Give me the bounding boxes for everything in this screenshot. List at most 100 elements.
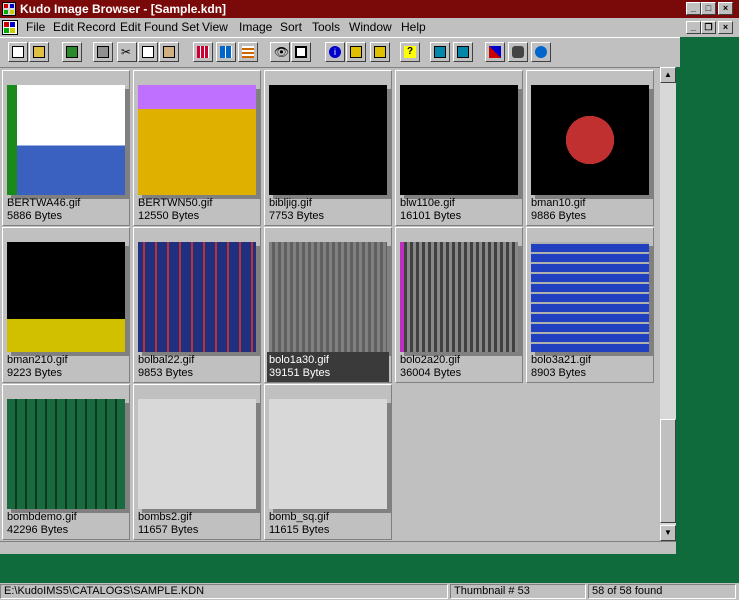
cut-icon[interactable]: ✂ [117, 42, 137, 62]
thumbnail-filename: bomb_sq.gif [269, 511, 329, 523]
thumbnail-cell[interactable]: bolbal22.gif 9853 Bytes [133, 227, 261, 383]
info-icon[interactable]: i [325, 42, 345, 62]
thumbnail-filesize: 16101 Bytes [400, 210, 462, 222]
thumbnail-filesize: 9886 Bytes [531, 210, 587, 222]
thumbnail-cell[interactable]: bman10.gif 9886 Bytes [526, 70, 654, 226]
thumbnail-cell[interactable]: bolo3a21.gif 8903 Bytes [526, 227, 654, 383]
thumbnail-filesize: 12550 Bytes [138, 210, 200, 222]
catalog-icon[interactable] [62, 42, 82, 62]
thumbnail-cell[interactable]: bombs2.gif 11657 Bytes [133, 384, 261, 540]
thumbnail-image[interactable] [138, 242, 256, 352]
help-icon[interactable]: ? [400, 42, 420, 62]
document-icon[interactable] [2, 20, 18, 35]
menu-file[interactable]: File [26, 20, 45, 34]
thumbnail-image[interactable] [7, 85, 125, 195]
scroll-down-button[interactable]: ▼ [660, 525, 676, 541]
scroll-thumb[interactable] [660, 419, 676, 523]
thumbnail-filename: bombdemo.gif [7, 511, 77, 523]
status-found-count: 58 of 58 found [588, 584, 736, 599]
thumbnail-filename: BERTWN50.gif [138, 197, 213, 209]
status-thumbnail-number: Thumbnail # 53 [450, 584, 586, 599]
thumbnail-filesize: 5886 Bytes [7, 210, 63, 222]
thumbnail-image[interactable] [531, 242, 649, 352]
menu-edit-record[interactable]: Edit Record [53, 20, 116, 34]
scroll-up-button[interactable]: ▲ [660, 67, 676, 83]
thumbnail-image[interactable] [138, 399, 256, 509]
window-title: Kudo Image Browser - [Sample.kdn] [20, 2, 227, 16]
view-eye-icon[interactable]: 👁 [270, 42, 290, 62]
close-button[interactable]: × [718, 2, 733, 15]
thumbnail-image[interactable] [400, 242, 518, 352]
menu-bar: File Edit Record Edit Found Set View Ima… [0, 18, 739, 37]
network-icon[interactable] [508, 42, 528, 62]
thumbnail-filename: bolbal22.gif [138, 354, 195, 366]
find-next-icon[interactable] [370, 42, 390, 62]
horizontal-scrollbar [0, 541, 676, 555]
thumbnail-cell[interactable]: BERTWA46.gif 5886 Bytes [2, 70, 130, 226]
menu-help[interactable]: Help [401, 20, 426, 34]
mdi-background-bottom [0, 554, 680, 583]
vertical-scrollbar[interactable]: ▲ ▼ [660, 67, 676, 541]
doc-restore-button[interactable]: ❐ [701, 21, 716, 34]
grid-list-icon[interactable] [238, 42, 258, 62]
thumbnail-filesize: 9853 Bytes [138, 367, 194, 379]
doc-close-button[interactable]: × [718, 21, 733, 34]
toolbar: ✂ 👁 i ? [0, 37, 680, 67]
thumbnail-cell[interactable]: BERTWN50.gif 12550 Bytes [133, 70, 261, 226]
thumbnail-image[interactable] [531, 85, 649, 195]
thumbnail-image[interactable] [269, 399, 387, 509]
thumbnail-image[interactable] [400, 85, 518, 195]
slideshow-icon[interactable] [291, 42, 311, 62]
thumbnail-cell[interactable]: bolo2a20.gif 36004 Bytes [395, 227, 523, 383]
invert-selection-icon[interactable] [453, 42, 473, 62]
thumbnail-grid: BERTWA46.gif 5886 Bytes BERTWN50.gif 12550 … [0, 67, 660, 541]
thumbnail-cell[interactable]: bman210.gif 9223 Bytes [2, 227, 130, 383]
thumbnail-image[interactable] [269, 85, 387, 195]
menu-edit-found-set[interactable]: Edit Found Set [120, 20, 199, 34]
mdi-background [680, 37, 739, 579]
thumbnail-cell[interactable]: bibljig.gif 7753 Bytes [264, 70, 392, 226]
thumbnail-image[interactable] [7, 242, 125, 352]
thumbnail-image[interactable] [138, 85, 256, 195]
tools-icon[interactable] [485, 42, 505, 62]
menu-view[interactable]: View [202, 20, 228, 34]
thumbnail-cell[interactable]: bolo1a30.gif 39151 Bytes [264, 227, 392, 383]
thumbnail-filesize: 11615 Bytes [269, 524, 330, 536]
thumbnail-filesize: 36004 Bytes [400, 367, 462, 379]
find-icon[interactable] [346, 42, 366, 62]
doc-minimize-button[interactable]: _ [686, 21, 701, 34]
title-bar: Kudo Image Browser - [Sample.kdn] _ □ × [0, 0, 739, 18]
print-icon[interactable] [93, 42, 113, 62]
thumbnail-filename: bman10.gif [531, 197, 586, 209]
thumbnail-filename: bibljig.gif [269, 197, 312, 209]
menu-sort[interactable]: Sort [280, 20, 302, 34]
thumbnail-filename: blw110e.gif [400, 197, 455, 209]
open-folder-icon[interactable] [29, 42, 49, 62]
menu-image[interactable]: Image [239, 20, 272, 34]
menu-window[interactable]: Window [349, 20, 392, 34]
thumbnail-cell[interactable]: bombdemo.gif 42296 Bytes [2, 384, 130, 540]
thumbnail-image[interactable] [269, 242, 387, 352]
thumbnail-filename: BERTWA46.gif [7, 197, 81, 209]
thumbnail-filesize: 42296 Bytes [7, 524, 69, 536]
status-path: E:\KudoIMS5\CATALOGS\SAMPLE.KDN [0, 584, 448, 599]
app-icon[interactable] [2, 2, 16, 16]
thumbnail-filename: bolo1a30.gif [269, 354, 329, 366]
maximize-button[interactable]: □ [701, 2, 716, 15]
select-all-icon[interactable] [430, 42, 450, 62]
thumbnail-filename: bman210.gif [7, 354, 68, 366]
thumbnail-cell[interactable]: bomb_sq.gif 11615 Bytes [264, 384, 392, 540]
grid-small-icon[interactable] [193, 42, 213, 62]
globe-icon[interactable] [531, 42, 551, 62]
menu-tools[interactable]: Tools [312, 20, 340, 34]
thumbnail-filesize: 8903 Bytes [531, 367, 587, 379]
paste-icon[interactable] [159, 42, 179, 62]
thumbnail-filesize: 7753 Bytes [269, 210, 325, 222]
thumbnail-filesize: 39151 Bytes [269, 367, 331, 379]
copy-icon[interactable] [138, 42, 158, 62]
minimize-button[interactable]: _ [686, 2, 701, 15]
thumbnail-image[interactable] [7, 399, 125, 509]
thumbnail-cell[interactable]: blw110e.gif 16101 Bytes [395, 70, 523, 226]
grid-medium-icon[interactable] [216, 42, 236, 62]
new-document-icon[interactable] [8, 42, 28, 62]
